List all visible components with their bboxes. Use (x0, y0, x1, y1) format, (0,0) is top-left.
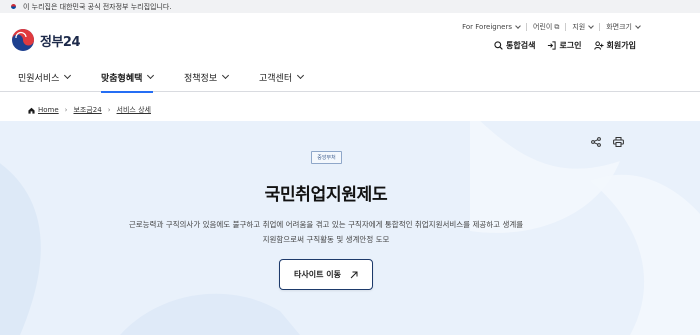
support-menu[interactable]: 지원 (572, 22, 595, 32)
official-notice-bar: 이 누리집은 대한민국 공식 전자정부 누리집입니다. (0, 0, 700, 13)
print-icon (613, 137, 624, 147)
external-site-label: 타사이트 이동 (294, 270, 341, 279)
kids-link[interactable]: 어린이 ⧉ (533, 22, 559, 32)
login-label: 로그인 (559, 41, 582, 50)
screen-size-menu[interactable]: 화면크기 (606, 22, 641, 32)
support-label: 지원 (572, 23, 586, 31)
nav-policy-info[interactable]: 정책정보 (184, 63, 230, 92)
nav-customer-center-label: 고객센터 (259, 74, 293, 84)
search-button[interactable]: 통합검색 (494, 40, 535, 51)
nav-custom-benefits[interactable]: 맞춤형혜택 (101, 63, 155, 93)
external-site-button[interactable]: 타사이트 이동 (279, 259, 373, 290)
divider (599, 23, 601, 31)
site-header: 정부24 For Foreigners 어린이 ⧉ 지원 화면크기 통합검색 로그… (0, 13, 700, 63)
nav-civil-services-label: 민원서비스 (18, 74, 60, 84)
chevron-down-icon (297, 71, 305, 80)
chevron-down-icon (635, 22, 641, 29)
service-description-line: 근로능력과 구직의사가 있음에도 불구하고 취업에 어려움을 겪고 있는 구직자… (128, 220, 524, 229)
logo-number: 24 (62, 34, 81, 50)
arrow-up-right-icon (350, 271, 358, 278)
chevron-down-icon (222, 71, 230, 80)
utility-menu: For Foreigners 어린이 ⧉ 지원 화면크기 (462, 22, 641, 32)
korean-flag-icon (8, 3, 19, 11)
main-navigation: 민원서비스 맞춤형혜택 정책정보 고객센터 (0, 63, 700, 93)
official-notice-text: 이 누리집은 대한민국 공식 전자정부 누리집입니다. (23, 2, 172, 11)
user-add-icon (593, 41, 604, 50)
for-foreigners-label: For Foreigners (462, 23, 513, 31)
breadcrumb-home[interactable]: Home (38, 106, 59, 114)
for-foreigners-menu[interactable]: For Foreigners (462, 22, 521, 31)
service-description: 근로능력과 구직의사가 있음에도 불구하고 취업에 어려움을 겪고 있는 구직자… (85, 217, 567, 247)
logo-text: 정부24 (40, 31, 81, 50)
breadcrumb: Home › 보조금24 › 서비스 상세 (28, 105, 151, 115)
hero-tools (579, 137, 624, 147)
ministry-badge: 중앙부처 (311, 151, 342, 164)
service-title: 국민취업지원제도 (264, 185, 388, 205)
search-icon (494, 41, 503, 50)
chevron-down-icon (588, 22, 595, 29)
service-description-line: 지원함으로써 구직활동 및 생계안정 도모 (262, 235, 390, 244)
logo-word: 정부 (40, 34, 63, 50)
nav-civil-services[interactable]: 민원서비스 (18, 63, 72, 92)
taegeuk-logo-icon (12, 29, 34, 51)
home-icon (28, 107, 35, 114)
divider (565, 23, 567, 31)
header-actions: 통합검색 로그인 회원가입 (482, 40, 636, 51)
chevron-down-icon (147, 71, 155, 80)
screen-size-label: 화면크기 (606, 23, 632, 31)
signup-button[interactable]: 회원가입 (593, 40, 636, 51)
share-icon (591, 137, 601, 147)
breadcrumb-subsidy24[interactable]: 보조금24 (73, 105, 101, 115)
print-button[interactable] (613, 137, 624, 147)
nav-policy-info-label: 정책정보 (184, 74, 218, 84)
breadcrumb-separator-icon: › (107, 106, 111, 114)
signup-label: 회원가입 (606, 41, 636, 50)
breadcrumb-service-detail[interactable]: 서비스 상세 (117, 105, 151, 115)
gov24-logo[interactable]: 정부24 (10, 27, 81, 53)
kids-label: 어린이 (533, 23, 553, 31)
login-button[interactable]: 로그인 (547, 40, 582, 51)
service-hero: 중앙부처 국민취업지원제도 근로능력과 구직의사가 있음에도 불구하고 취업에 … (0, 121, 700, 335)
nav-customer-center[interactable]: 고객센터 (259, 63, 305, 92)
nav-custom-benefits-label: 맞춤형혜택 (101, 74, 143, 84)
external-link-icon: ⧉ (554, 22, 560, 31)
login-icon (548, 41, 557, 50)
search-label: 통합검색 (506, 41, 536, 50)
chevron-down-icon (64, 71, 72, 80)
chevron-down-icon (515, 22, 521, 29)
divider (526, 23, 528, 31)
breadcrumb-separator-icon: › (64, 106, 68, 114)
share-button[interactable] (591, 137, 601, 147)
